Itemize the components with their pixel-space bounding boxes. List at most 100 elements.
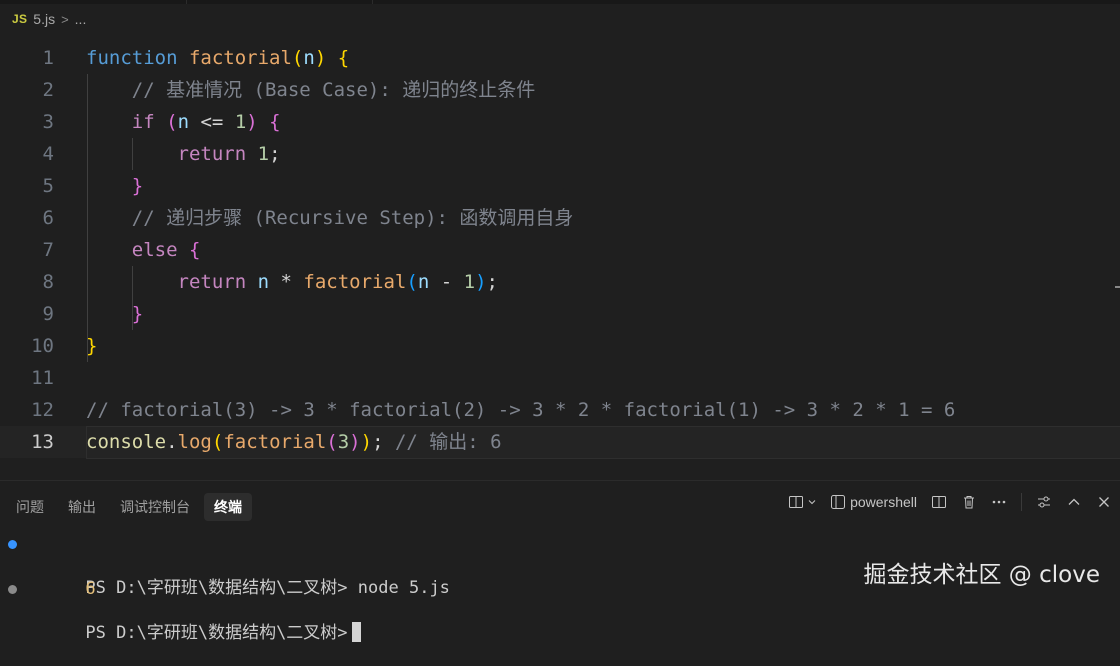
maximize-panel-button[interactable] <box>1066 494 1082 510</box>
token-bracket: ) <box>349 431 361 453</box>
terminal-selector[interactable]: powershell <box>830 494 917 510</box>
token-number: 1 <box>257 143 270 165</box>
kill-terminal-button[interactable] <box>961 494 977 510</box>
line-number: 6 <box>42 207 54 229</box>
token-brace: } <box>131 303 144 325</box>
watermark: 掘金技术社区 @ clove <box>863 562 1101 588</box>
tab-terminal[interactable]: 终端 <box>204 493 252 521</box>
token-operator: <= <box>200 111 224 133</box>
code-line[interactable]: 2 // 基准情况 (Base Case): 递归的终止条件 <box>0 74 1120 106</box>
token-number: 3 <box>337 431 350 453</box>
token-function: factorial <box>303 271 407 293</box>
new-terminal-layout-button[interactable] <box>788 494 816 510</box>
token-bracket: ) <box>360 431 373 453</box>
line-number: 1 <box>42 47 54 69</box>
code-line[interactable]: 10 } <box>0 330 1120 362</box>
panel-tabs: 问题 输出 调试控制台 终端 <box>6 493 252 521</box>
code-line-current[interactable]: 13 console.log(factorial(3)); // 输出: 6 <box>0 426 1120 459</box>
token-param: n <box>303 47 315 69</box>
token-param: n <box>177 111 190 133</box>
token-operator: - <box>440 271 453 293</box>
line-number: 11 <box>31 367 54 389</box>
line-number: 12 <box>31 399 54 421</box>
close-icon <box>1099 497 1109 507</box>
line-number: 10 <box>31 335 54 357</box>
code-line[interactable]: 11 <box>0 362 1120 394</box>
token-comment: // 输出: 6 <box>394 431 502 453</box>
token-brace: { <box>337 47 350 69</box>
token-operator: * <box>280 271 292 293</box>
chevron-right-icon: > <box>61 11 69 27</box>
line-number: 9 <box>42 303 54 325</box>
breadcrumb-symbol[interactable]: ... <box>75 11 87 27</box>
token-number: 1 <box>234 111 247 133</box>
token-bracket: ) <box>475 271 487 293</box>
token-bracket: ( <box>211 431 224 453</box>
code-line[interactable]: 3 if (n <= 1) { <box>0 106 1120 138</box>
tab-debug-console[interactable]: 调试控制台 <box>110 493 200 521</box>
code-line[interactable]: 7 else { <box>0 234 1120 266</box>
line-number: 4 <box>42 143 54 165</box>
split-terminal-button[interactable] <box>931 494 947 510</box>
token-brace: { <box>188 239 201 261</box>
token-comment: // factorial(3) -> 3 * factorial(2) -> 3… <box>86 399 956 421</box>
token-function: factorial <box>223 431 327 453</box>
code-editor[interactable]: 1 function factorial(n) { 2 // 基准情况 (Bas… <box>0 42 1120 472</box>
split-icon <box>932 496 946 508</box>
token-comment: // 基准情况 (Base Case): 递归的终止条件 <box>131 79 536 101</box>
tab-output[interactable]: 输出 <box>58 493 106 521</box>
token-punct: . <box>166 431 178 453</box>
code-line[interactable]: 1 function factorial(n) { <box>0 42 1120 74</box>
ellipsis-icon <box>992 500 1006 504</box>
code-line[interactable]: 5 } <box>0 170 1120 202</box>
panel-settings-button[interactable] <box>1036 494 1052 510</box>
panel-actions: powershell <box>788 493 1112 511</box>
token-bracket: ( <box>326 431 338 453</box>
more-actions-button[interactable] <box>991 494 1007 510</box>
line-number: 2 <box>42 79 54 101</box>
code-line[interactable]: 12 // factorial(3) -> 3 * factorial(2) -… <box>0 394 1120 426</box>
chevron-up-icon <box>1068 498 1080 505</box>
token-object: console <box>86 431 167 453</box>
code-line[interactable]: 8 return n * factorial(n - 1); <box>0 266 1120 298</box>
token-param: n <box>257 271 270 293</box>
token-bracket: ( <box>166 111 178 133</box>
token-comment: // 递归步骤 (Recursive Step): 函数调用自身 <box>131 207 574 229</box>
token-keyword: function <box>86 47 178 69</box>
token-punct: ; <box>486 271 498 293</box>
terminal-line: PS D:\字研班\数据结构\二叉树> node 5.js <box>0 533 450 598</box>
token-bracket: ) <box>314 47 327 69</box>
close-panel-button[interactable] <box>1096 494 1112 510</box>
code-line[interactable]: 6 // 递归步骤 (Recursive Step): 函数调用自身 <box>0 202 1120 234</box>
token-function: factorial <box>188 47 292 69</box>
token-keyword: if <box>131 111 155 133</box>
token-keyword: else <box>131 239 178 261</box>
command-pending-dot[interactable] <box>8 585 17 594</box>
tab-problems[interactable]: 问题 <box>6 493 54 521</box>
command-success-dot[interactable] <box>8 540 17 549</box>
trash-icon <box>964 496 974 509</box>
token-brace: } <box>86 335 98 357</box>
code-line[interactable]: 4 return 1; <box>0 138 1120 170</box>
scrollbar-marker <box>1115 286 1120 288</box>
token-number: 1 <box>463 271 476 293</box>
token-keyword: return <box>177 271 247 293</box>
token-keyword: return <box>177 143 247 165</box>
js-file-icon: JS <box>12 12 28 26</box>
line-number: 7 <box>42 239 54 261</box>
terminal-line: 6 <box>0 556 95 599</box>
line-number: 3 <box>42 111 54 133</box>
terminal-prompt: PS D:\字研班\数据结构\二叉树> <box>85 623 348 643</box>
split-layout-icon <box>789 496 804 508</box>
settings-sliders-icon <box>1038 496 1050 508</box>
token-param: n <box>417 271 430 293</box>
code-line[interactable]: 9 } <box>0 298 1120 330</box>
terminal-command: node 5.js <box>357 578 450 598</box>
terminal-icon <box>831 495 846 509</box>
breadcrumb: JS 5.js > ... <box>12 6 86 32</box>
terminal-cursor <box>351 622 361 642</box>
line-number: 8 <box>42 271 54 293</box>
tab-strip-segment <box>0 0 187 4</box>
breadcrumb-file[interactable]: 5.js <box>33 11 55 27</box>
token-punct: ; <box>372 431 384 453</box>
